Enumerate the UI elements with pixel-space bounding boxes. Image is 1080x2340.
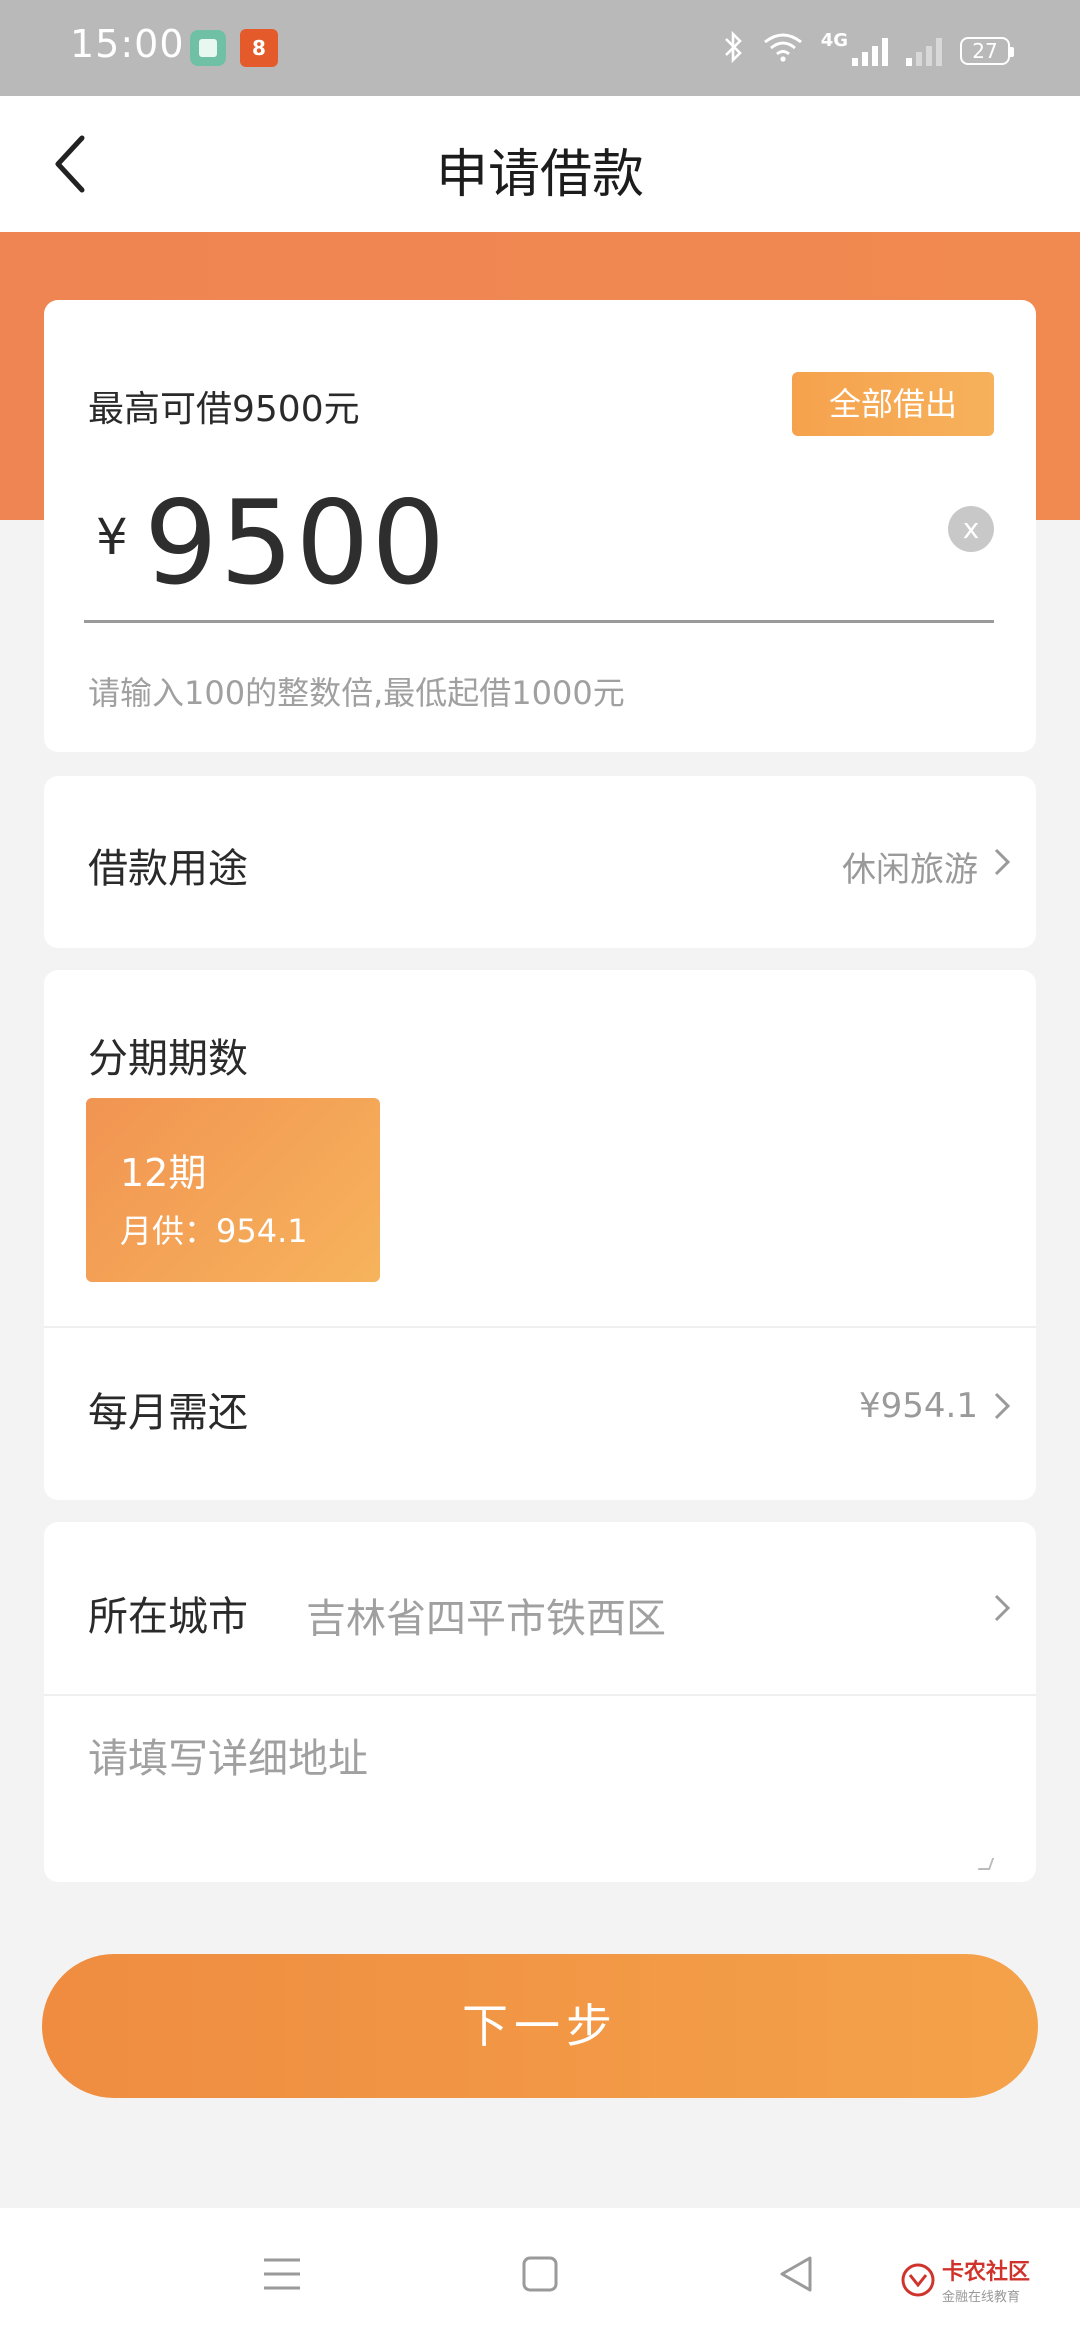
clear-amount-button[interactable]: x xyxy=(948,506,994,552)
watermark: 卡农社区 金融在线教育 xyxy=(900,2254,1030,2305)
wifi-icon xyxy=(763,32,803,69)
monthly-payment-label: 每月需还 xyxy=(88,1390,248,1436)
nav-home-button[interactable] xyxy=(521,2255,559,2293)
menu-icon xyxy=(264,2258,300,2290)
city-value: 吉林省四平市铁西区 xyxy=(306,1596,666,1642)
amount-hint: 请输入100的整数倍,最低起借1000元 xyxy=(88,674,625,712)
chevron-right-icon xyxy=(988,842,1016,882)
nav-menu-button[interactable] xyxy=(262,2256,302,2292)
network-type: 4G xyxy=(820,30,848,51)
installment-card: 分期期数 12期 月供：954.1 每月需还 ¥954.1 xyxy=(44,970,1036,1500)
notification-app-icon xyxy=(190,30,226,66)
bluetooth-icon xyxy=(723,30,745,71)
city-label: 所在城市 xyxy=(88,1594,248,1640)
loan-purpose-value: 休闲旅游 xyxy=(842,850,978,890)
watermark-subtitle: 金融在线教育 xyxy=(942,2290,1021,2305)
divider xyxy=(44,1326,1036,1328)
status-time: 15:00 xyxy=(70,22,185,66)
currency-symbol: ¥ xyxy=(96,508,128,566)
status-bar: 15:00 8 4G 27 xyxy=(0,0,1080,96)
divider xyxy=(44,1694,1036,1696)
amount-input[interactable]: 9500 xyxy=(144,486,447,602)
installment-option-12[interactable]: 12期 月供：954.1 xyxy=(86,1098,380,1282)
nav-back-button[interactable] xyxy=(776,2254,816,2294)
battery-icon: 27 xyxy=(960,36,1014,65)
city-card: 所在城市 吉林省四平市铁西区 请填写详细地址 xyxy=(44,1522,1036,1882)
home-square-icon xyxy=(522,2256,558,2292)
back-triangle-icon xyxy=(780,2256,812,2292)
page-title: 申请借款 xyxy=(435,145,644,205)
watermark-title: 卡农社区 xyxy=(942,2260,1031,2285)
installment-monthly: 月供：954.1 xyxy=(120,1212,308,1250)
signal-icon xyxy=(852,36,888,66)
loan-purpose-label: 借款用途 xyxy=(88,846,248,892)
next-step-button[interactable]: 下一步 xyxy=(42,1954,1038,2098)
amount-card: 最高可借9500元 全部借出 ¥ 9500 x 请输入100的整数倍,最低起借1… xyxy=(44,300,1036,752)
notification-app2-icon: 8 xyxy=(240,29,278,67)
amount-underline xyxy=(84,620,994,623)
loan-purpose-row[interactable]: 借款用途 休闲旅游 xyxy=(44,776,1036,948)
monthly-payment-value: ¥954.1 xyxy=(859,1386,978,1426)
address-textarea[interactable]: 请填写详细地址 xyxy=(88,1726,368,1784)
installment-period: 12期 xyxy=(120,1151,207,1195)
borrow-all-button[interactable]: 全部借出 xyxy=(792,372,994,436)
max-amount-label: 最高可借9500元 xyxy=(88,389,360,430)
page-header: 申请借款 xyxy=(0,96,1080,232)
chevron-right-icon xyxy=(988,1386,1016,1426)
resize-handle-icon xyxy=(977,1858,995,1870)
installment-label: 分期期数 xyxy=(88,1036,248,1082)
chevron-right-icon xyxy=(988,1588,1016,1628)
status-icons: 4G 27 xyxy=(723,30,1014,71)
watermark-logo-icon xyxy=(901,2263,935,2296)
signal2-icon xyxy=(906,36,942,66)
